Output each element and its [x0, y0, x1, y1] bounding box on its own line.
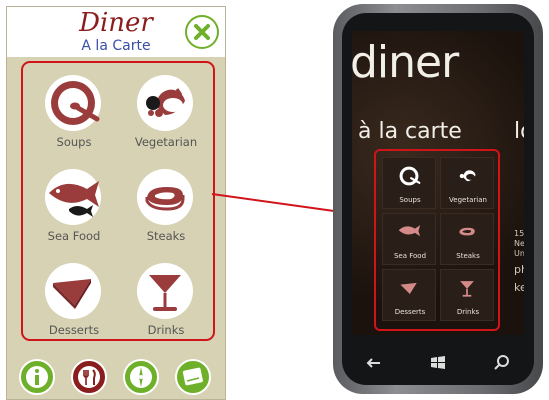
phone-tile-label: Sea Food [393, 252, 427, 260]
phone-tile-label: Desserts [394, 308, 426, 316]
search-icon [494, 355, 509, 370]
fish-icon [49, 181, 99, 217]
back-button[interactable] [354, 349, 394, 377]
phone-tile-drinks[interactable]: Drinks [440, 269, 494, 321]
menu-item-vegetarian[interactable]: Vegetarian [121, 69, 211, 161]
close-button[interactable] [185, 15, 219, 49]
app-header: Diner A la Carte [7, 7, 225, 57]
menu-item-sea-food[interactable]: Sea Food [29, 163, 119, 255]
menu-category-grid: Soups Vegetarian Sea Food Steaks Dessert… [21, 61, 215, 341]
menu-item-soups[interactable]: Soups [29, 69, 119, 161]
search-button[interactable] [482, 349, 522, 377]
phone-side-text-peek: 15 Ne Un ph ke [514, 229, 524, 294]
compass-button[interactable] [123, 359, 159, 395]
cake-slice-icon [53, 279, 91, 309]
windows-logo-icon [431, 356, 445, 369]
menu-item-label: Soups [56, 135, 92, 149]
menu-item-desserts[interactable]: Desserts [29, 257, 119, 349]
cocktail-glass-icon [149, 275, 181, 311]
menu-button[interactable] [71, 359, 107, 395]
vegetables-icon [146, 88, 185, 117]
phone-tile-vegetarian[interactable]: Vegetarian [440, 157, 494, 209]
phone-tile-label: Vegetarian [449, 196, 487, 204]
phone-tile-steaks[interactable]: Steaks [440, 213, 494, 265]
phone-tile-grid: Soups Vegetarian Sea Food Steaks Dessert… [374, 149, 500, 331]
phone-panorama-title: diner [352, 37, 459, 88]
cocktail-glass-icon [460, 281, 474, 297]
phone-section-title: à la carte [358, 119, 462, 144]
close-x-icon [194, 24, 210, 40]
phone-screen: diner à la carte lo 15 Ne Un ph ke Soups [352, 31, 524, 335]
menu-item-label: Steaks [146, 229, 186, 243]
bottom-toolbar [7, 355, 225, 399]
start-button[interactable] [418, 349, 458, 377]
info-button[interactable] [19, 359, 55, 395]
phone-tile-label: Drinks [456, 308, 480, 316]
menu-item-drinks[interactable]: Drinks [121, 257, 211, 349]
menu-item-label: Desserts [48, 323, 100, 337]
phone-tile-soups[interactable]: Soups [382, 157, 436, 209]
menu-item-steaks[interactable]: Steaks [121, 163, 211, 255]
info-icon [26, 366, 48, 388]
cake-slice-icon [400, 282, 417, 294]
note-button[interactable] [175, 359, 211, 395]
phone-tile-label: Steaks [456, 252, 480, 260]
note-icon [182, 367, 203, 386]
back-arrow-icon [366, 358, 380, 368]
vegetables-icon [459, 170, 476, 182]
soup-bowl-icon [399, 166, 421, 186]
fish-icon [398, 225, 421, 237]
soup-bowl-icon [51, 81, 100, 125]
menu-item-label: Vegetarian [134, 135, 198, 149]
phone-next-section-peek: lo [514, 119, 524, 144]
steak-icon [145, 187, 185, 211]
phone-device: diner à la carte lo 15 Ne Un ph ke Soups [333, 4, 543, 394]
phone-hardware-bar [342, 343, 534, 383]
menu-item-label: Sea Food [47, 229, 101, 243]
menu-item-label: Drinks [147, 323, 185, 337]
phone-tile-label: Soups [399, 196, 421, 204]
compass-icon [130, 366, 152, 388]
phone-tile-sea-food[interactable]: Sea Food [382, 213, 436, 265]
steak-icon [459, 227, 475, 236]
fork-knife-icon [78, 366, 100, 388]
phone-tile-desserts[interactable]: Desserts [382, 269, 436, 321]
app-panel: Diner A la Carte Soups Vegetarian Sea Fo… [6, 6, 226, 400]
